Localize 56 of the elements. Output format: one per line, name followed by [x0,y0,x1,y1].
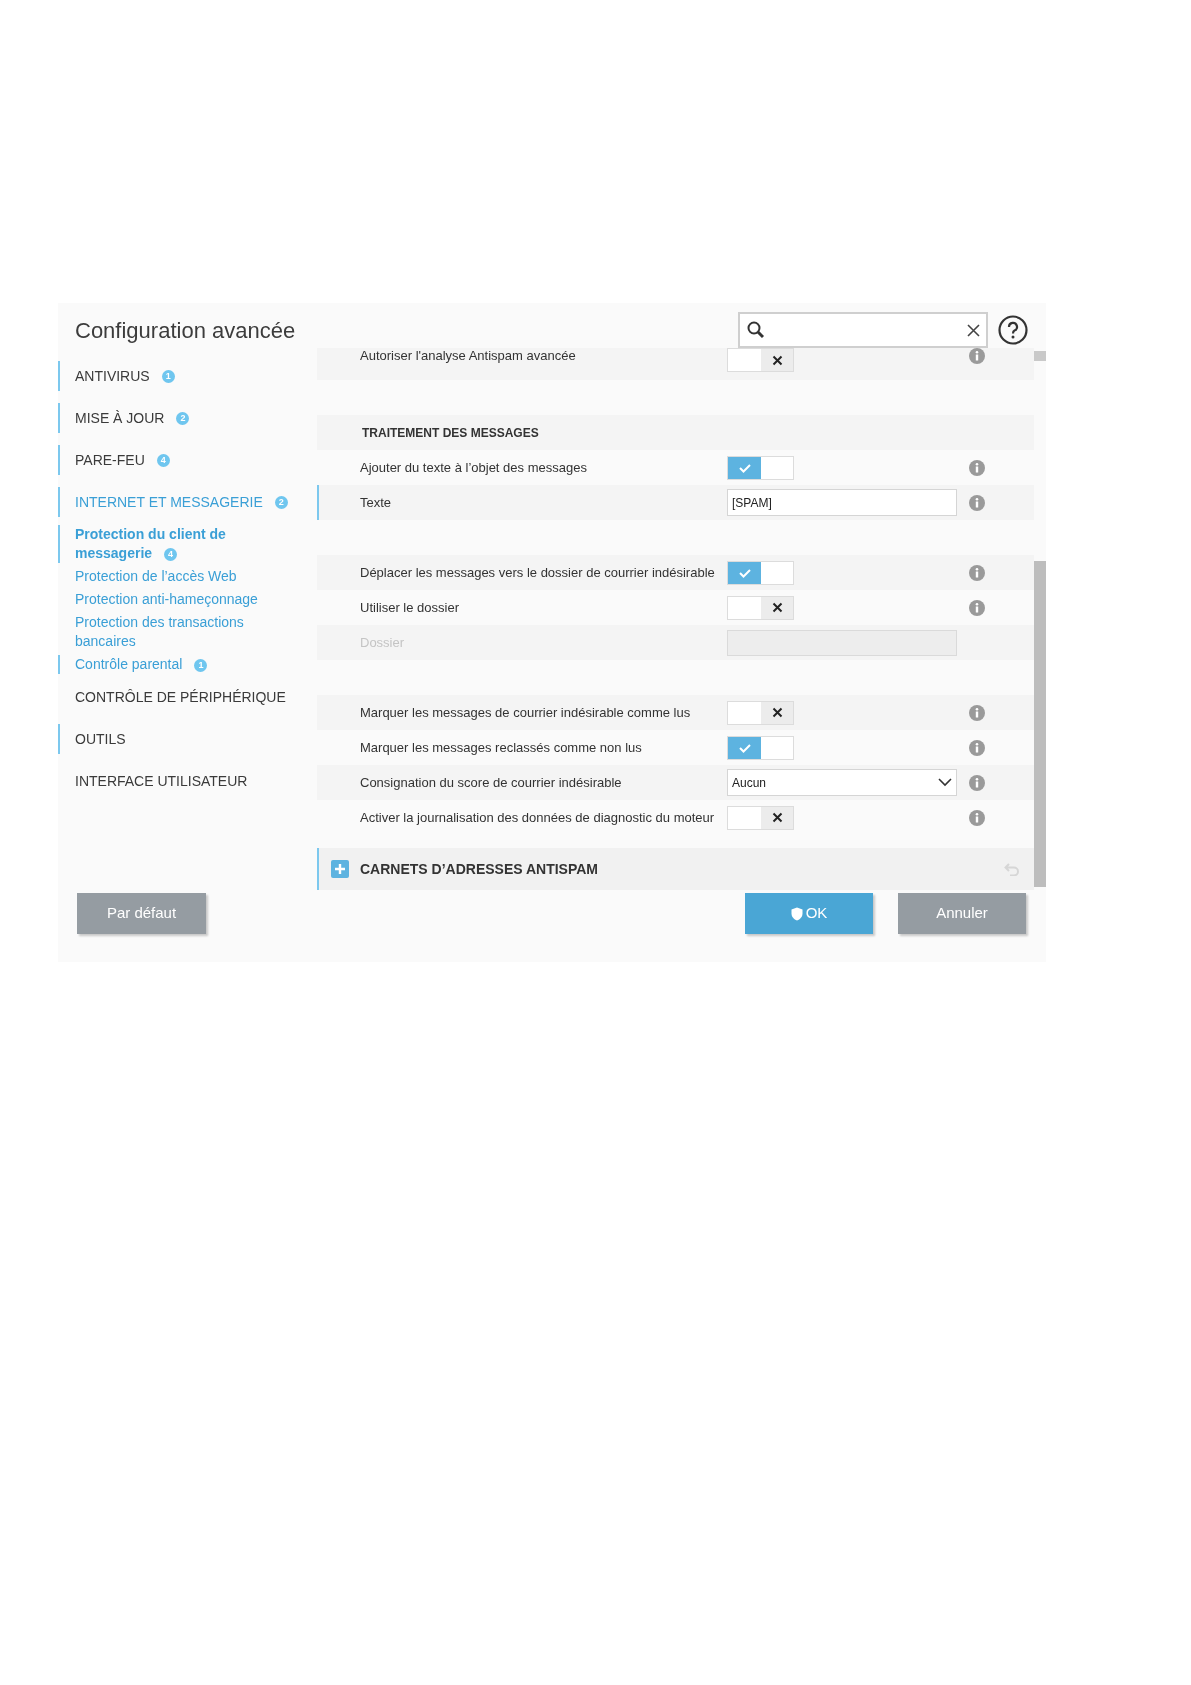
text-field[interactable]: [SPAM] [727,489,957,516]
score-dropdown[interactable]: Aucun [727,769,957,796]
count-badge: 4 [164,547,178,561]
help-icon[interactable] [998,315,1028,345]
setting-label: Marquer les messages reclassés comme non lus [359,738,643,757]
info-icon[interactable] [969,809,985,826]
check-icon [737,462,752,473]
toggle-switch[interactable] [727,560,794,585]
toggle-switch[interactable] [727,595,794,620]
info-icon[interactable] [969,348,985,364]
info-icon[interactable] [969,774,985,791]
info-icon[interactable] [969,739,985,756]
window-title: Configuration avancée [75,317,296,345]
sidebar-item[interactable]: ANTIVIRUS 1 [60,365,175,387]
info-icon[interactable] [969,459,985,476]
count-badge: 1 [194,658,208,672]
toggle-switch[interactable] [727,735,794,760]
search-field[interactable] [738,312,988,348]
setting-label: Texte [359,493,393,512]
setting-label: Utiliser le dossier [359,598,460,617]
check-icon [737,567,752,578]
clear-icon[interactable] [967,323,980,337]
sidebar-item[interactable]: OUTILS [60,728,126,750]
setting-label: Autoriser l'analyse Antispam avancée [359,348,577,365]
toggle-switch[interactable] [727,700,794,725]
cross-icon [771,602,783,613]
setting-label: Activer la journalisation des données de diagnostic du moteur [359,808,716,827]
section-heading: TRAITEMENT DES MESSAGES [362,424,539,442]
sidebar-item[interactable]: MISE À JOUR 2 [60,407,190,429]
info-icon[interactable] [969,494,985,511]
setting-label: Ajouter du texte à l’objet des messages [359,458,588,477]
sidebar-item[interactable]: PARE-FEU 4 [60,449,170,471]
info-icon[interactable] [969,564,985,581]
setting-label: Marquer les messages de courrier indésirable comme lus [359,703,692,722]
sidebar-item[interactable]: CONTRÔLE DE PÉRIPHÉRIQUE [60,686,286,708]
cross-icon [771,354,783,366]
scrollbar-thumb[interactable] [1034,561,1046,887]
cross-icon [771,707,783,718]
toggle-switch[interactable] [727,805,794,830]
setting-label: Consignation du score de courrier indésirable [359,773,623,792]
search-icon [746,320,766,340]
check-icon [737,742,752,753]
toggle-switch[interactable] [727,348,794,372]
setting-label: Déplacer les messages vers le dossier de courrier indésirable [359,563,716,582]
cross-icon [771,812,783,823]
count-badge: 2 [176,412,190,426]
count-badge: 4 [156,454,170,468]
info-icon[interactable] [969,599,985,616]
shield-icon [790,906,803,921]
count-badge: 2 [274,496,288,510]
info-icon[interactable] [969,704,985,721]
expand-icon[interactable] [331,860,349,878]
toggle-switch[interactable] [727,455,794,480]
count-badge: 1 [161,370,175,384]
chevron-down-icon [938,778,952,787]
sidebar-item[interactable]: INTERFACE UTILISATEUR [60,770,248,792]
